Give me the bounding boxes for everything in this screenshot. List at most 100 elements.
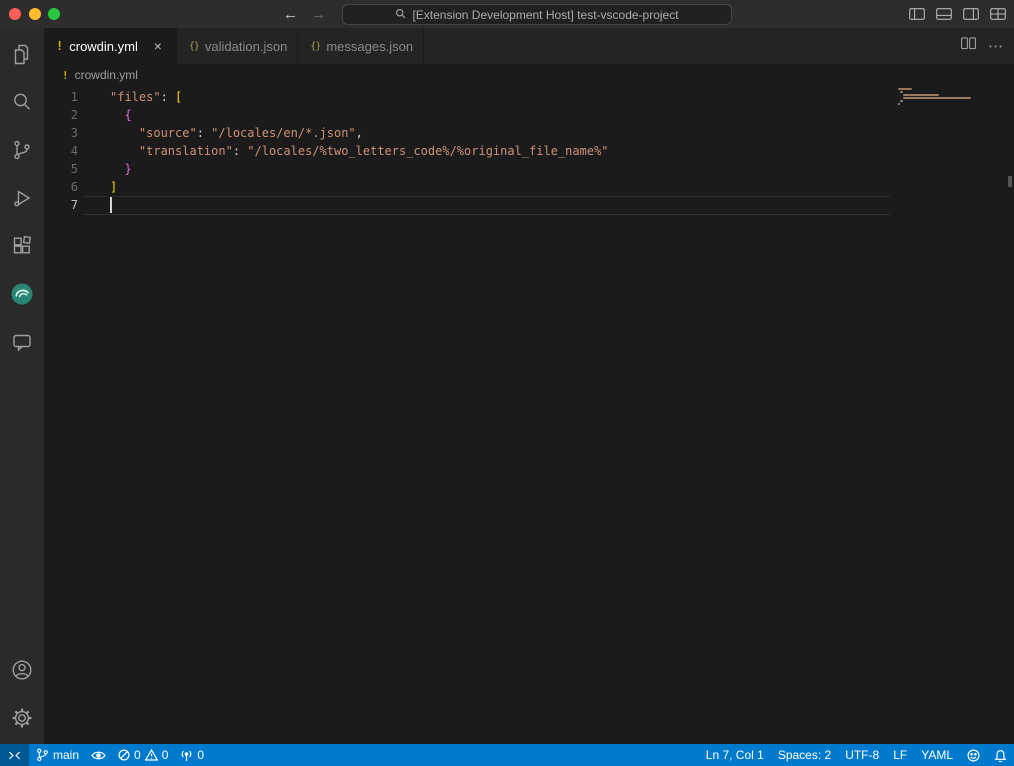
line-content — [84, 196, 110, 214]
history-nav: ← → — [283, 0, 326, 28]
split-editor-icon[interactable] — [961, 37, 976, 55]
status-remote-indicator[interactable] — [0, 744, 29, 766]
bell-icon — [994, 749, 1007, 762]
activity-bar-item-settings[interactable] — [0, 696, 44, 744]
status-visibility-toggle[interactable] — [85, 744, 112, 766]
layout-sidebar-right-icon[interactable] — [963, 8, 979, 20]
more-actions-icon[interactable]: ⋯ — [988, 37, 1004, 55]
branch-icon — [36, 748, 49, 762]
code-line-7[interactable]: 7 — [44, 196, 1014, 214]
command-center-text: [Extension Development Host] test-vscode… — [412, 8, 678, 22]
code-line-3[interactable]: 3 "source": "/locales/en/*.json", — [44, 124, 1014, 142]
status-language-mode[interactable]: YAML — [914, 744, 960, 766]
status-encoding[interactable]: UTF-8 — [838, 744, 886, 766]
titlebar: ← → [Extension Development Host] test-vs… — [0, 0, 1014, 28]
status-eol[interactable]: LF — [886, 744, 914, 766]
activity-bar-item-run-debug[interactable] — [0, 176, 44, 224]
extensions-icon — [10, 234, 34, 263]
feedback-icon — [967, 749, 980, 762]
crowdin-icon — [9, 281, 35, 312]
close-window-button[interactable] — [9, 8, 21, 20]
activity-bar-item-source-control[interactable] — [0, 128, 44, 176]
vscode-window: ← → [Extension Development Host] test-vs… — [0, 0, 1014, 766]
line-number: 1 — [44, 88, 84, 106]
minimap[interactable] — [890, 88, 1004, 218]
line-content: { — [84, 106, 132, 124]
line-content: "files": [ — [84, 88, 182, 106]
status-label: YAML — [921, 748, 953, 762]
line-content: "source": "/locales/en/*.json", — [84, 124, 363, 142]
line-number: 4 — [44, 142, 84, 160]
line-number: 7 — [44, 196, 84, 214]
status-cursor-position[interactable]: Ln 7, Col 1 — [699, 744, 771, 766]
json-file-icon: {} — [310, 41, 320, 52]
source-control-icon — [10, 138, 34, 167]
status-label: 0 — [197, 748, 204, 762]
status-label: main — [53, 748, 79, 762]
status-indentation[interactable]: Spaces: 2 — [771, 744, 838, 766]
command-center[interactable]: [Extension Development Host] test-vscode… — [342, 4, 732, 25]
minimap-line — [903, 94, 939, 96]
layout-panel-icon[interactable] — [936, 8, 952, 20]
zoom-window-button[interactable] — [48, 8, 60, 20]
activity-bar-item-crowdin[interactable] — [0, 272, 44, 320]
line-content: "translation": "/locales/%two_letters_co… — [84, 142, 609, 160]
status-label: 0 — [162, 748, 169, 762]
editor-tab-messages.json[interactable]: {} messages.json — [298, 28, 424, 64]
line-number: 3 — [44, 124, 84, 142]
line-number: 6 — [44, 178, 84, 196]
ports-icon — [180, 749, 193, 762]
search-icon — [395, 8, 406, 22]
minimap-line — [900, 100, 903, 102]
minimap-line — [898, 103, 900, 105]
minimap-line — [903, 97, 971, 99]
run-debug-icon — [10, 186, 34, 215]
line-number: 2 — [44, 106, 84, 124]
titlebar-layout-actions — [909, 0, 1006, 28]
code-line-1[interactable]: 1"files": [ — [44, 88, 1014, 106]
layout-customize-icon[interactable] — [990, 8, 1006, 20]
settings-icon — [10, 706, 34, 735]
error-icon — [118, 749, 130, 761]
code-line-4[interactable]: 4 "translation": "/locales/%two_letters_… — [44, 142, 1014, 160]
minimap-line — [898, 88, 912, 90]
json-file-icon: {} — [189, 41, 199, 52]
file-warning-icon: ! — [56, 39, 63, 53]
editor-tab-crowdin.yml[interactable]: !crowdin.yml× — [44, 28, 177, 64]
tab-label: messages.json — [326, 39, 413, 54]
breadcrumb-file[interactable]: crowdin.yml — [75, 68, 138, 82]
status-label: Spaces: 2 — [778, 748, 831, 762]
status-label: 0 — [134, 748, 141, 762]
status-problems[interactable]: 00 — [112, 744, 174, 766]
status-ports[interactable]: 0 — [174, 744, 210, 766]
breadcrumb[interactable]: ! crowdin.yml — [44, 64, 1014, 86]
close-tab-icon[interactable]: × — [150, 38, 166, 54]
minimize-window-button[interactable] — [29, 8, 41, 20]
search-icon — [10, 90, 34, 119]
code-line-6[interactable]: 6] — [44, 178, 1014, 196]
activity-bar-item-comments[interactable] — [0, 320, 44, 368]
line-content: ] — [84, 178, 117, 196]
traffic-lights — [9, 0, 60, 28]
status-notifications[interactable] — [987, 744, 1014, 766]
warning-status-icon — [145, 749, 158, 761]
explorer-icon — [10, 42, 34, 71]
activity-bar-item-explorer[interactable] — [0, 32, 44, 80]
activity-bar-item-accounts[interactable] — [0, 648, 44, 696]
layout-sidebar-left-icon[interactable] — [909, 8, 925, 20]
status-feedback[interactable] — [960, 744, 987, 766]
status-git-branch[interactable]: main — [30, 744, 85, 766]
back-icon[interactable]: ← — [283, 6, 298, 23]
code-editor[interactable]: 1"files": [2 {3 "source": "/locales/en/*… — [44, 86, 1014, 744]
activity-bar-item-search[interactable] — [0, 80, 44, 128]
text-cursor — [110, 197, 112, 213]
editor-tab-validation.json[interactable]: {} validation.json — [177, 28, 298, 64]
remote-icon — [8, 749, 21, 762]
tab-label: validation.json — [205, 39, 287, 54]
code-line-2[interactable]: 2 { — [44, 106, 1014, 124]
code-line-5[interactable]: 5 } — [44, 160, 1014, 178]
line-number: 5 — [44, 160, 84, 178]
file-warning-icon: ! — [62, 69, 69, 82]
tab-bar: !crowdin.yml× {} validation.json {} messages… — [44, 28, 1014, 64]
activity-bar-item-extensions[interactable] — [0, 224, 44, 272]
